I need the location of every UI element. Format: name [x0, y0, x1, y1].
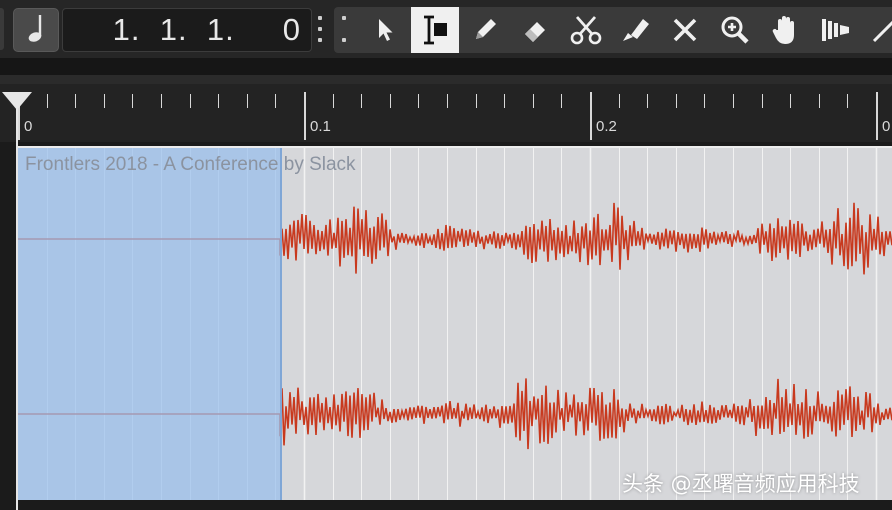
- ruler-tick: [561, 94, 562, 108]
- split-tool[interactable]: [563, 7, 609, 53]
- comp-bars-icon: [819, 15, 851, 45]
- ruler-tick: [619, 94, 620, 108]
- pencil-icon: [470, 15, 500, 45]
- ruler-tick: [704, 94, 705, 108]
- playhead-line: [16, 92, 18, 510]
- ruler-tick: [476, 94, 477, 108]
- x-mute-icon: [671, 16, 699, 44]
- eraser-icon: [520, 15, 550, 45]
- quarter-note-icon: [26, 13, 46, 48]
- draw-tool[interactable]: [462, 7, 508, 53]
- ruler-tick: [819, 94, 820, 108]
- ruler-tick: [590, 92, 592, 140]
- ruler-tick: [104, 94, 105, 108]
- ruler-tick: [161, 94, 162, 108]
- ruler-tick: [47, 94, 48, 108]
- ruler-tick: [504, 94, 505, 108]
- ruler-label-0-1: 0.1: [310, 118, 331, 135]
- ruler-tick: [733, 94, 734, 108]
- object-selection-tool[interactable]: [362, 7, 408, 53]
- ruler-tick: [847, 94, 848, 108]
- audio-event[interactable]: Frontlers 2018 - A Conference by Slack: [18, 146, 892, 500]
- event-title: Frontlers 2018 - A Conference by Slack: [25, 154, 356, 175]
- range-selection[interactable]: [18, 148, 282, 500]
- ruler-label-0-2: 0.2: [596, 118, 617, 135]
- hand-tool[interactable]: [762, 7, 808, 53]
- comp-tool[interactable]: [812, 7, 858, 53]
- note-value-button[interactable]: [13, 8, 59, 52]
- line-icon: [870, 15, 892, 45]
- toolbar-left-edge: [0, 8, 4, 50]
- ruler-tick: [533, 94, 534, 108]
- ruler-tick: [304, 92, 306, 140]
- zoom-tool[interactable]: [712, 7, 758, 53]
- ruler-tick: [762, 94, 763, 108]
- event-bottom-border: [18, 500, 892, 510]
- ruler-tick: [132, 94, 133, 108]
- ruler-tick: [790, 94, 791, 108]
- erase-tool[interactable]: [512, 7, 558, 53]
- ruler-tick: [247, 94, 248, 108]
- tools-group-handle[interactable]: [342, 16, 346, 42]
- time-ruler[interactable]: 0 0.1 0.2 0: [0, 84, 892, 142]
- ruler-tick: [333, 94, 334, 108]
- range-selection-tool[interactable]: [411, 7, 459, 53]
- toolbar-divider-lower: [0, 75, 892, 84]
- ruler-tick: [390, 94, 391, 108]
- drag-handle[interactable]: [318, 16, 322, 42]
- ruler-tick: [218, 94, 219, 108]
- ruler-tick: [275, 94, 276, 108]
- ruler-tick: [190, 94, 191, 108]
- magnifier-plus-icon: [719, 14, 751, 46]
- scissors-icon: [569, 14, 603, 46]
- ruler-label-0: 0: [24, 118, 33, 135]
- ruler-tick: [361, 94, 362, 108]
- arrow-pointer-icon: [374, 17, 396, 43]
- ruler-tick: [647, 94, 648, 108]
- ruler-tick: [676, 94, 677, 108]
- ruler-label-0-3: 0: [882, 118, 891, 135]
- hand-icon: [771, 14, 799, 46]
- ruler-tick: [75, 94, 76, 108]
- toolbar-divider: [0, 58, 892, 75]
- line-tool[interactable]: [862, 7, 892, 53]
- transport-toolbar: 1. 1. 1. 0: [0, 0, 892, 58]
- mute-tool[interactable]: [662, 7, 708, 53]
- watermark-text: 头条 @丞曙音频应用科技: [622, 472, 860, 496]
- ruler-tick: [418, 94, 419, 108]
- position-display[interactable]: 1. 1. 1. 0: [62, 8, 312, 52]
- playhead-marker[interactable]: [2, 92, 32, 110]
- range-select-icon: [419, 14, 451, 46]
- ruler-tick: [876, 92, 878, 140]
- glue-tool[interactable]: [612, 7, 658, 53]
- ruler-tick: [447, 94, 448, 108]
- glue-tube-icon: [619, 15, 651, 45]
